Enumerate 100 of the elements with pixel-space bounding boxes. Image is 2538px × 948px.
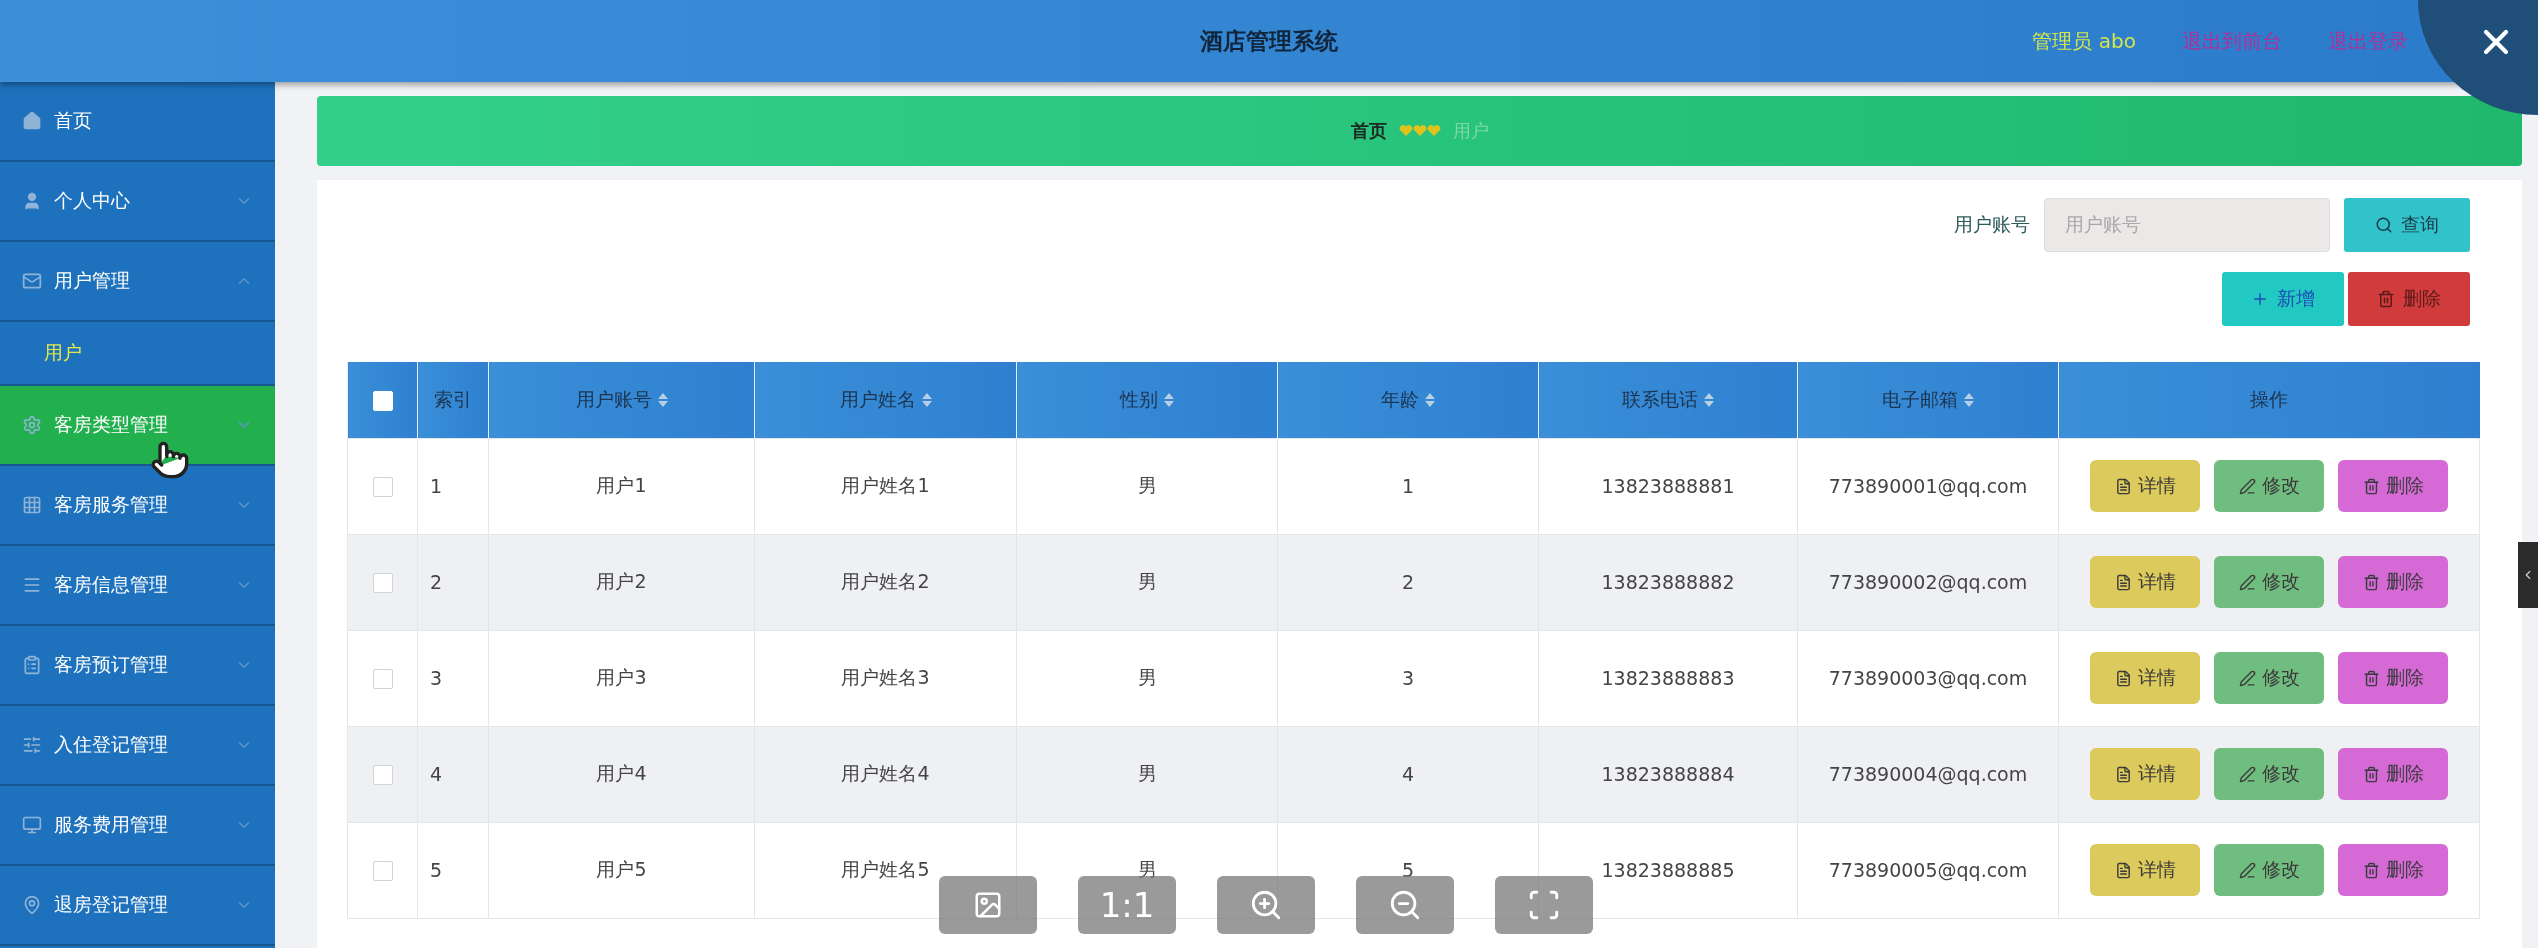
row-checkbox[interactable] <box>372 765 393 786</box>
delete-button[interactable]: 删除 <box>2338 556 2448 608</box>
trash-icon <box>2362 765 2380 783</box>
monitor-icon <box>22 815 42 835</box>
actual-size-button[interactable]: 1:1 <box>1078 876 1176 934</box>
sort-icon[interactable] <box>657 392 668 407</box>
hearts-icon <box>1398 125 1441 137</box>
sort-icon[interactable] <box>921 392 932 407</box>
search-label: 用户账号 <box>1954 212 2030 237</box>
delete-button[interactable]: 删除 <box>2338 460 2448 512</box>
edit-button[interactable]: 修改 <box>2214 844 2324 896</box>
delete-button[interactable]: 删除 <box>2338 748 2448 800</box>
table-cell: 用户姓名2 <box>754 534 1017 630</box>
table-cell: 用户2 <box>488 534 755 630</box>
add-button[interactable]: 新增 <box>2222 272 2344 326</box>
edit-button[interactable]: 修改 <box>2214 556 2324 608</box>
detail-button[interactable]: 详情 <box>2090 652 2200 704</box>
table-cell: 773890003@qq.com <box>1797 630 2059 726</box>
list-icon <box>22 575 42 595</box>
row-checkbox[interactable] <box>372 573 393 594</box>
clipboard-icon <box>22 655 42 675</box>
column-header: 操作 <box>2058 362 2480 438</box>
mail-icon <box>22 271 42 291</box>
trash-icon <box>2362 861 2380 879</box>
edit-button[interactable]: 修改 <box>2214 748 2324 800</box>
table-cell: 男 <box>1016 726 1278 822</box>
zoom-in-icon <box>1249 888 1283 922</box>
table-cell: 男 <box>1016 438 1278 534</box>
column-header[interactable]: 年龄 <box>1277 362 1539 438</box>
table-cell: 1 <box>417 438 489 534</box>
row-checkbox[interactable] <box>372 861 393 882</box>
pen-icon <box>2238 861 2256 879</box>
sort-icon[interactable] <box>1164 392 1174 407</box>
breadcrumb-current: 用户 <box>1452 119 1489 143</box>
row-checkbox[interactable] <box>372 669 393 690</box>
sort-icon[interactable] <box>1425 392 1435 407</box>
document-icon <box>2114 669 2132 687</box>
detail-button[interactable]: 详情 <box>2090 460 2200 512</box>
column-header[interactable]: 电子邮箱 <box>1797 362 2059 438</box>
pen-icon <box>2238 669 2256 687</box>
delete-button[interactable]: 删除 <box>2338 844 2448 896</box>
table-cell: 13823888882 <box>1538 534 1798 630</box>
detail-button[interactable]: 详情 <box>2090 844 2200 896</box>
pen-icon <box>2238 573 2256 591</box>
table-cell: 1 <box>1277 438 1539 534</box>
table-cell: 3 <box>417 630 489 726</box>
zoom-in-button[interactable] <box>1217 876 1315 934</box>
detail-button[interactable]: 详情 <box>2090 748 2200 800</box>
select-all-checkbox[interactable] <box>372 391 393 411</box>
breadcrumb-home[interactable]: 首页 <box>1350 119 1387 143</box>
table-cell: 13823888884 <box>1538 726 1798 822</box>
table-cell: 773890004@qq.com <box>1797 726 2059 822</box>
search-button[interactable]: 查询 <box>2344 198 2470 252</box>
detail-button[interactable]: 详情 <box>2090 556 2200 608</box>
column-header[interactable]: 用户姓名 <box>754 362 1017 438</box>
hand-cursor-icon <box>150 440 190 480</box>
table-cell: 用户姓名1 <box>754 438 1017 534</box>
table-cell: 3 <box>1277 630 1539 726</box>
column-header[interactable]: 性别 <box>1016 362 1278 438</box>
table-cell: 773890005@qq.com <box>1797 822 2059 918</box>
table-cell: 男 <box>1016 534 1278 630</box>
delete-button[interactable]: 删除 <box>2338 652 2448 704</box>
user-label: 管理员 abo <box>2032 27 2136 55</box>
table-cell: 用户姓名4 <box>754 726 1017 822</box>
table-cell: 用户姓名3 <box>754 630 1017 726</box>
table-cell: 2 <box>417 534 489 630</box>
column-header[interactable]: 联系电话 <box>1538 362 1798 438</box>
trash-icon <box>2377 290 2395 308</box>
image-icon <box>973 890 1003 920</box>
table-cell: 773890001@qq.com <box>1797 438 2059 534</box>
user-icon <box>22 191 42 211</box>
edit-button[interactable]: 修改 <box>2214 460 2324 512</box>
document-icon <box>2114 861 2132 879</box>
grid-icon <box>22 495 42 515</box>
table-cell: 2 <box>1277 534 1539 630</box>
pin-icon <box>22 895 42 915</box>
delete-button[interactable]: 删除 <box>2348 272 2470 326</box>
sliders-icon <box>22 735 42 755</box>
table-cell: 13823888881 <box>1538 438 1798 534</box>
gear-icon <box>22 415 42 435</box>
column-header[interactable]: 用户账号 <box>488 362 755 438</box>
search-field[interactable]: 用户账号 <box>2044 198 2330 252</box>
table-cell: 4 <box>1277 726 1539 822</box>
sort-icon[interactable] <box>1964 392 1974 407</box>
plus-icon <box>2251 290 2269 308</box>
sort-icon[interactable] <box>1704 392 1714 407</box>
edit-button[interactable]: 修改 <box>2214 652 2324 704</box>
pen-icon <box>2238 765 2256 783</box>
fit-screen-button[interactable] <box>1495 876 1593 934</box>
zoom-out-button[interactable] <box>1356 876 1454 934</box>
table-cell: 用户4 <box>488 726 755 822</box>
zoom-out-icon <box>1388 888 1422 922</box>
side-panel-toggle[interactable] <box>2518 542 2538 608</box>
table-cell: 用户3 <box>488 630 755 726</box>
table-cell: 773890002@qq.com <box>1797 534 2059 630</box>
row-checkbox[interactable] <box>372 477 393 498</box>
sidebar-item[interactable]: 客房类型管理 <box>0 386 275 466</box>
app-title: 酒店管理系统 <box>1200 26 1338 56</box>
edit-image-button[interactable] <box>939 876 1037 934</box>
column-header: 索引 <box>417 362 489 438</box>
